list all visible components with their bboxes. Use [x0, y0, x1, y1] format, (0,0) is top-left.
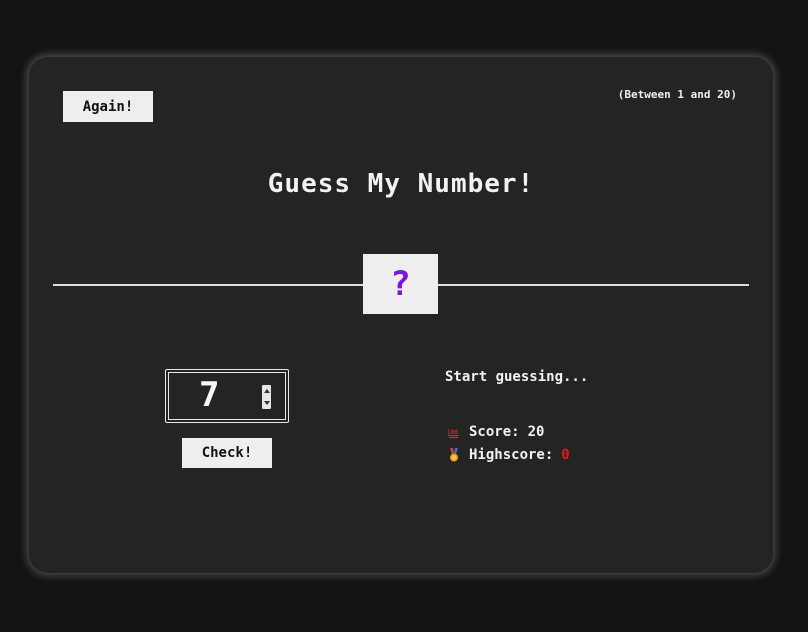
page-title: Guess My Number! [267, 169, 535, 199]
highscore-row: Highscore: 0 [447, 447, 570, 463]
status-message: Start guessing... [445, 369, 589, 385]
guess-input[interactable]: 7 [165, 369, 289, 423]
spinner-up-icon[interactable] [263, 389, 270, 393]
hundred-points-icon: 100 [447, 425, 461, 439]
highscore-label: Highscore: [469, 447, 554, 463]
secret-number: ? [390, 264, 411, 304]
guess-input-field[interactable]: 7 [168, 372, 286, 420]
highscore-value: 0 [561, 447, 570, 463]
medal-icon [447, 448, 461, 462]
svg-text:100: 100 [447, 429, 458, 436]
range-hint: (Between 1 and 20) [617, 88, 737, 101]
score-row: 100 Score: 20 [447, 424, 544, 440]
score-label: Score: [469, 424, 520, 440]
game-card: Again! (Between 1 and 20) Guess My Numbe… [28, 56, 774, 574]
number-spinner[interactable] [262, 385, 271, 409]
score-value: 20 [527, 424, 545, 440]
spinner-down-icon[interactable] [263, 401, 270, 405]
again-button[interactable]: Again! [63, 91, 153, 122]
check-button[interactable]: Check! [182, 438, 272, 468]
secret-number-box: ? [363, 254, 438, 314]
guess-value[interactable]: 7 [199, 375, 219, 415]
